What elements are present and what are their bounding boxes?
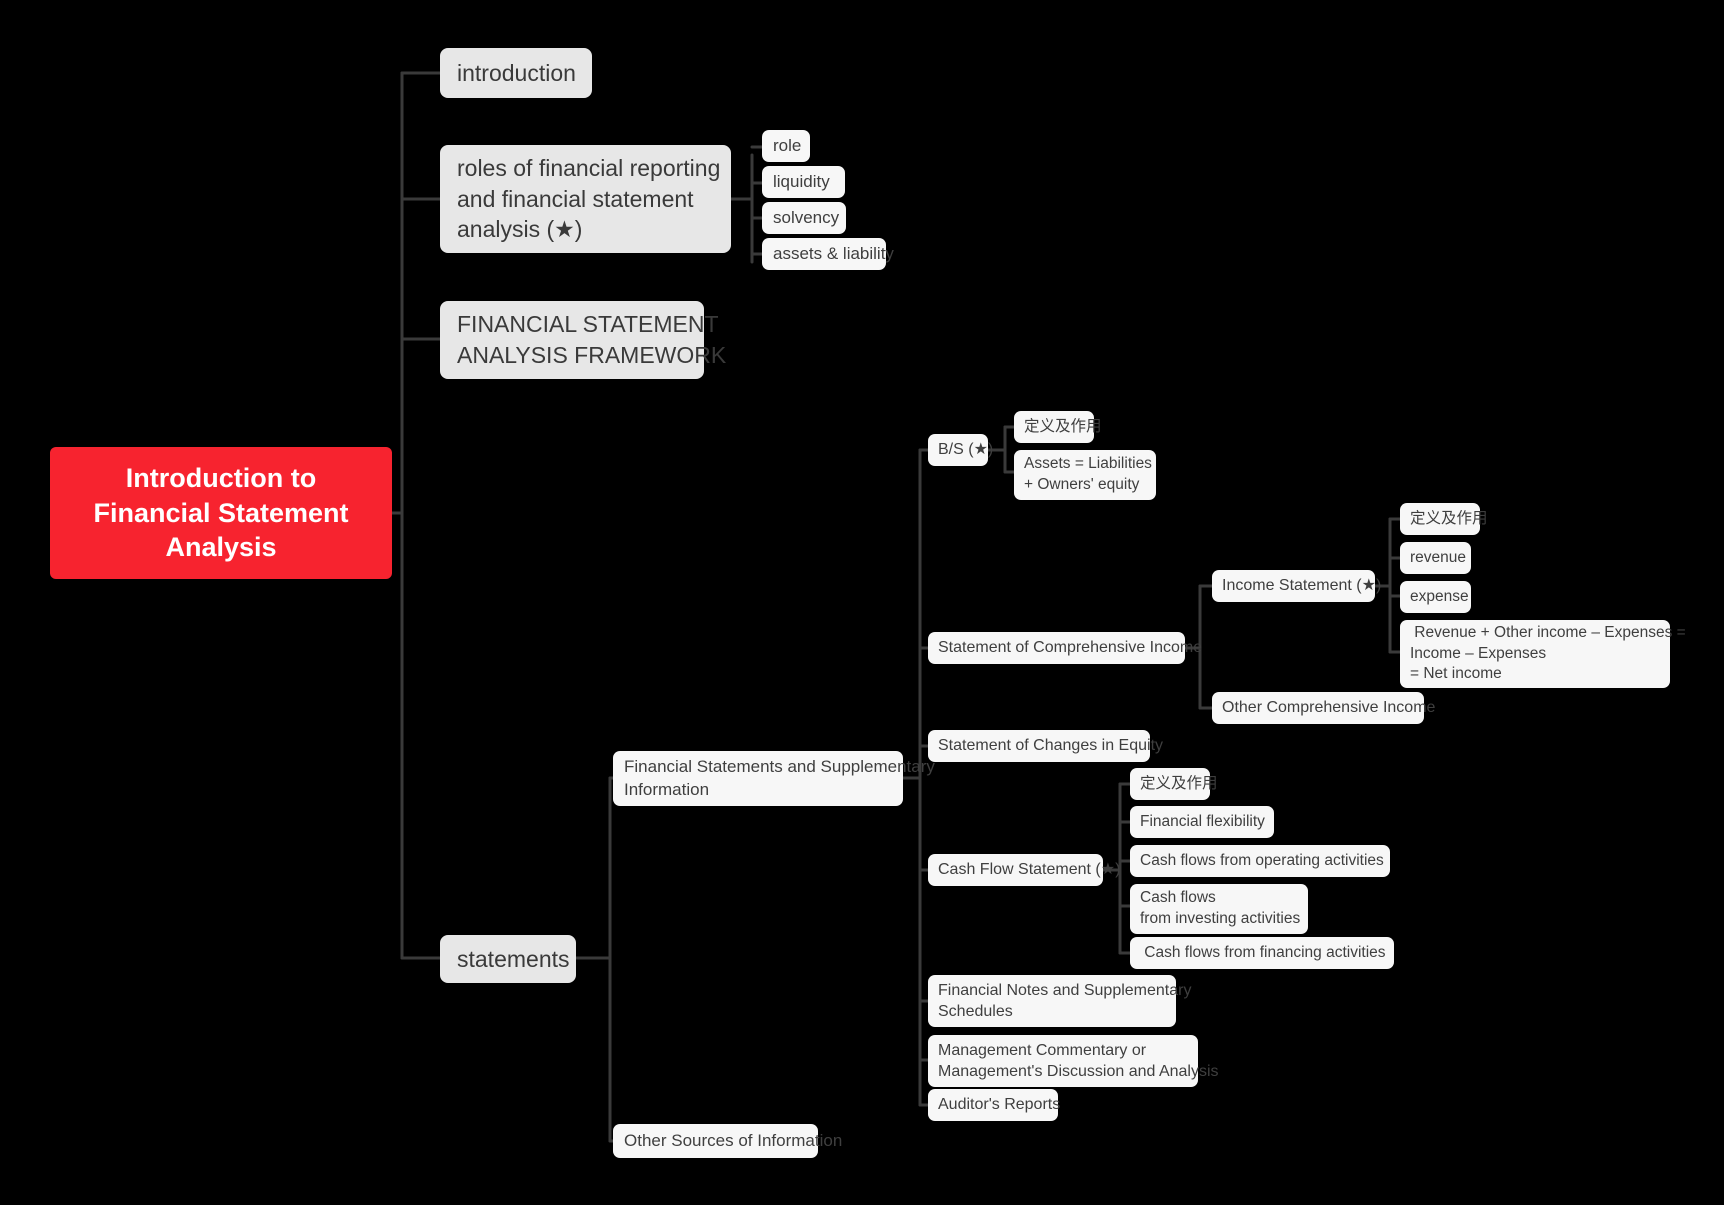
leaf-cf-definition-label: 定义及作用 bbox=[1140, 774, 1218, 792]
branch-income-statement-label: Income Statement (★) bbox=[1222, 577, 1382, 595]
branch-roles-label: roles of financial reporting and financi… bbox=[457, 155, 721, 243]
branch-comprehensive-income[interactable]: Statement of Comprehensive Income bbox=[928, 632, 1202, 664]
branch-statements-label: statements bbox=[457, 945, 570, 972]
leaf-net-income-formula-label: Revenue + Other income – Expenses = Inco… bbox=[1410, 624, 1686, 683]
branch-balance-sheet-label: B/S (★) bbox=[938, 441, 994, 459]
leaf-net-income-formula[interactable]: Revenue + Other income – Expenses = Inco… bbox=[1400, 620, 1686, 688]
leaf-bs-definition[interactable]: 定义及作用 bbox=[1014, 411, 1102, 443]
branch-comprehensive-income-label: Statement of Comprehensive Income bbox=[938, 639, 1203, 657]
branch-statements[interactable]: statements bbox=[440, 935, 576, 983]
leaf-liquidity[interactable]: liquidity bbox=[762, 166, 845, 198]
branch-balance-sheet[interactable]: B/S (★) bbox=[928, 434, 993, 466]
leaf-solvency-label: solvency bbox=[773, 207, 840, 227]
leaf-is-definition-label: 定义及作用 bbox=[1410, 509, 1488, 527]
leaf-accounting-equation[interactable]: Assets = Liabilities + Owners' equity bbox=[1014, 450, 1156, 500]
leaf-role[interactable]: role bbox=[762, 130, 810, 162]
leaf-financial-notes[interactable]: Financial Notes and Supplementary Schedu… bbox=[928, 975, 1191, 1027]
root-node-label: Introduction to Financial Statement Anal… bbox=[93, 463, 349, 563]
branch-introduction-label: introduction bbox=[457, 59, 576, 86]
leaf-changes-in-equity[interactable]: Statement of Changes in Equity bbox=[928, 730, 1163, 762]
leaf-revenue[interactable]: revenue bbox=[1400, 542, 1471, 574]
leaf-cash-flows-financing-label: Cash flows from financing activities bbox=[1140, 943, 1386, 961]
mindmap-canvas: Introduction to Financial Statement Anal… bbox=[0, 0, 1724, 1205]
leaf-role-label: role bbox=[773, 135, 802, 155]
branch-cash-flow-label: Cash Flow Statement (★) bbox=[938, 861, 1121, 879]
leaf-management-commentary[interactable]: Management Commentary or Management's Di… bbox=[928, 1035, 1219, 1087]
leaf-liquidity-label: liquidity bbox=[773, 171, 830, 191]
leaf-other-sources-label: Other Sources of Information bbox=[624, 1130, 843, 1150]
branch-framework[interactable]: FINANCIAL STATEMENT ANALYSIS FRAMEWORK bbox=[440, 301, 726, 379]
leaf-revenue-label: revenue bbox=[1410, 548, 1467, 566]
leaf-financial-flexibility-label: Financial flexibility bbox=[1140, 812, 1265, 830]
leaf-other-comprehensive-income-label: Other Comprehensive Income bbox=[1222, 699, 1436, 717]
leaf-cash-flows-investing-label: Cash flows from investing activities bbox=[1140, 889, 1301, 927]
branch-fs-supplementary[interactable]: Financial Statements and Supplementary I… bbox=[613, 751, 935, 806]
leaf-financial-notes-label: Financial Notes and Supplementary Schedu… bbox=[938, 981, 1192, 1020]
leaf-other-sources[interactable]: Other Sources of Information bbox=[613, 1124, 842, 1158]
leaf-auditors-reports-label: Auditor's Reports bbox=[938, 1096, 1061, 1114]
leaf-cash-flows-financing[interactable]: Cash flows from financing activities bbox=[1130, 937, 1394, 969]
leaf-cash-flows-investing[interactable]: Cash flows from investing activities bbox=[1130, 884, 1308, 934]
leaf-cash-flows-operating[interactable]: Cash flows from operating activities bbox=[1130, 845, 1390, 877]
leaf-changes-in-equity-label: Statement of Changes in Equity bbox=[938, 737, 1164, 755]
leaf-expense-label: expense bbox=[1410, 587, 1469, 605]
leaf-accounting-equation-label: Assets = Liabilities + Owners' equity bbox=[1024, 455, 1152, 493]
leaf-auditors-reports[interactable]: Auditor's Reports bbox=[928, 1089, 1061, 1121]
branch-roles[interactable]: roles of financial reporting and financi… bbox=[440, 145, 731, 253]
leaf-assets-liability[interactable]: assets & liability bbox=[762, 238, 894, 270]
leaf-assets-liability-label: assets & liability bbox=[773, 243, 894, 263]
branch-fs-supplementary-label: Financial Statements and Supplementary I… bbox=[624, 756, 935, 799]
branch-introduction[interactable]: introduction bbox=[440, 48, 592, 98]
leaf-bs-definition-label: 定义及作用 bbox=[1024, 417, 1102, 435]
leaf-other-comprehensive-income[interactable]: Other Comprehensive Income bbox=[1212, 692, 1435, 724]
branch-framework-label: FINANCIAL STATEMENT ANALYSIS FRAMEWORK bbox=[457, 311, 727, 368]
leaf-is-definition[interactable]: 定义及作用 bbox=[1400, 503, 1488, 535]
leaf-management-commentary-label: Management Commentary or Management's Di… bbox=[938, 1041, 1219, 1080]
leaf-cf-definition[interactable]: 定义及作用 bbox=[1130, 768, 1218, 800]
root-node[interactable]: Introduction to Financial Statement Anal… bbox=[50, 447, 392, 579]
branch-income-statement[interactable]: Income Statement (★) bbox=[1212, 570, 1381, 602]
leaf-expense[interactable]: expense bbox=[1400, 581, 1471, 613]
branch-cash-flow[interactable]: Cash Flow Statement (★) bbox=[928, 854, 1120, 886]
leaf-solvency[interactable]: solvency bbox=[762, 202, 846, 234]
leaf-financial-flexibility[interactable]: Financial flexibility bbox=[1130, 806, 1274, 838]
leaf-cash-flows-operating-label: Cash flows from operating activities bbox=[1140, 851, 1384, 869]
